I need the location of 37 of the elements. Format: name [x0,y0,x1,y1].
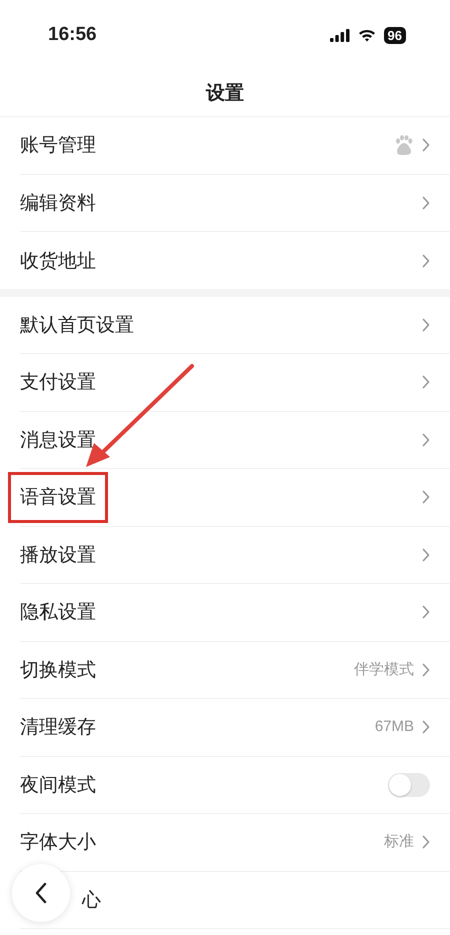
setting-label: 支付设置 [20,370,96,395]
chevron-icon [422,605,430,620]
setting-label: 编辑资料 [20,190,96,216]
setting-label: 语音设置 [20,486,96,508]
setting-label: 夜间模式 [20,772,96,798]
chevron-icon [422,835,430,850]
chevron-icon [422,138,430,152]
page-title: 设置 [206,80,244,106]
chevron-icon [422,254,430,268]
setting-label: 隐私设置 [20,600,96,625]
setting-label: 心 [82,888,101,912]
signal-icon [330,28,350,42]
setting-label: 字体大小 [20,830,96,855]
setting-value: 标准 [384,832,414,852]
toggle-switch[interactable] [388,772,430,797]
chevron-icon [422,318,430,332]
setting-value: 67MB [374,717,414,737]
chevron-icon [422,432,430,447]
chevron-icon [422,662,430,677]
status-time: 16:56 [48,22,97,47]
setting-label: 切换模式 [20,658,96,682]
chevron-icon [422,490,430,504]
setting-label: 默认首页设置 [20,312,134,338]
setting-label: 收货地址 [20,248,96,274]
battery-level: 96 [384,26,406,44]
chevron-icon [422,548,430,562]
paw-icon [394,135,414,156]
setting-label: 播放设置 [20,542,96,568]
chevron-icon [422,196,430,210]
setting-label: 账号管理 [20,133,96,158]
chevron-icon [422,720,430,734]
back-icon [35,882,47,904]
setting-value: 伴学模式 [354,660,414,680]
setting-label: 消息设置 [20,428,96,452]
chevron-icon [422,375,430,390]
wifi-icon [358,28,376,42]
setting-label: 清理缓存 [20,715,96,740]
